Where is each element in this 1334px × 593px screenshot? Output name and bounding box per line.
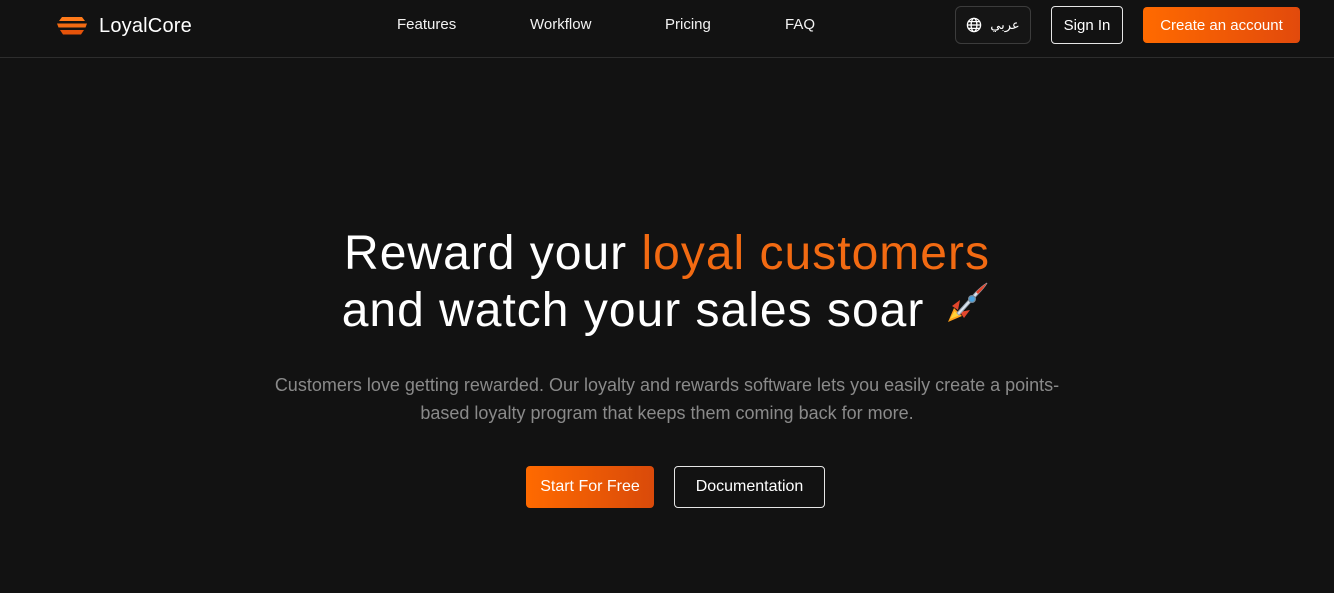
start-for-free-button[interactable]: Start For Free	[526, 466, 654, 508]
hero-title-accent: loyal customers	[641, 227, 990, 280]
create-account-button[interactable]: Create an account	[1143, 7, 1300, 43]
nav-item-pricing[interactable]: Pricing	[665, 16, 711, 33]
sign-in-button[interactable]: Sign In	[1051, 6, 1123, 44]
main-nav: Features Workflow Pricing FAQ	[0, 0, 1334, 50]
language-label: عربي	[990, 17, 1020, 33]
globe-icon	[966, 17, 982, 33]
nav-item-features[interactable]: Features	[397, 16, 456, 33]
hero-title: Reward your loyal customers and watch yo…	[0, 230, 1334, 335]
hero-section: Reward your loyal customers and watch yo…	[0, 58, 1334, 593]
hero-subtitle: Customers love getting rewarded. Our loy…	[0, 371, 1334, 427]
hero-title-line-1: Reward your loyal customers	[0, 230, 1334, 278]
brand-link[interactable]: LoyalCore	[54, 12, 192, 40]
hero-subtitle-line-1: Customers love getting rewarded. Our loy…	[274, 375, 1060, 395]
nav-item-workflow[interactable]: Workflow	[530, 16, 591, 33]
language-switch-button[interactable]: عربي	[955, 6, 1031, 44]
landing-page: LoyalCore Features Workflow Pricing FAQ …	[0, 0, 1334, 593]
hero-title-part1: Reward your	[344, 227, 642, 280]
hero-title-line-2: and watch your sales soar	[0, 278, 1334, 335]
top-navbar: LoyalCore Features Workflow Pricing FAQ …	[0, 0, 1334, 58]
hero-title-part2: and watch your sales soar	[341, 284, 925, 337]
stacked-layers-logo-icon	[54, 14, 99, 38]
documentation-button[interactable]: Documentation	[674, 466, 825, 508]
nav-item-faq[interactable]: FAQ	[785, 16, 815, 33]
hero-subtitle-line-2: based loyalty program that keeps them co…	[420, 403, 914, 423]
rocket-icon	[938, 278, 992, 332]
brand-name: LoyalCore	[99, 14, 192, 37]
